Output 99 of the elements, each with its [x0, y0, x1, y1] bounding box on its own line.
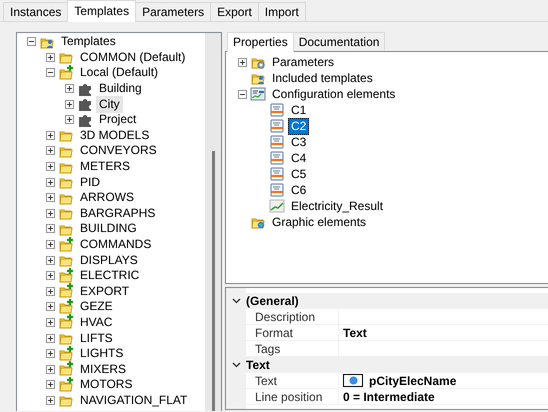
- tree-item[interactable]: C6: [288, 182, 310, 198]
- tab[interactable]: Documentation: [292, 32, 386, 50]
- folder-plus-icon: [58, 361, 74, 378]
- tree-item[interactable]: Parameters: [269, 54, 338, 70]
- tree-item[interactable]: DISPLAYS: [77, 252, 141, 269]
- property-value[interactable]: Text: [339, 325, 367, 340]
- expand-icon[interactable]: [46, 52, 55, 62]
- tab[interactable]: Properties: [227, 32, 294, 52]
- chevron-down-icon[interactable]: [232, 362, 240, 368]
- expand-icon[interactable]: [46, 146, 55, 156]
- chevron-down-icon[interactable]: [232, 298, 240, 304]
- tree-item[interactable]: C4: [288, 150, 310, 166]
- expand-icon[interactable]: [46, 162, 55, 172]
- folder-plus-icon: [58, 268, 74, 284]
- tab[interactable]: Instances: [3, 2, 68, 21]
- expand-icon[interactable]: [46, 349, 55, 358]
- tab[interactable]: Import: [258, 2, 306, 21]
- scrollbar[interactable]: [205, 33, 221, 411]
- list-item-icon: [269, 118, 285, 134]
- tree-item[interactable]: COMMANDS: [77, 236, 154, 254]
- list-item-icon: [269, 182, 285, 198]
- folder-plus-icon: [58, 376, 74, 393]
- tree-item[interactable]: GEZE: [77, 298, 116, 316]
- property-label[interactable]: Text: [246, 373, 339, 388]
- expand-icon[interactable]: [46, 130, 55, 140]
- folder-plus-icon: [58, 64, 74, 81]
- tree-item[interactable]: C2: [288, 118, 310, 134]
- expand-icon[interactable]: [46, 193, 55, 202]
- property-label[interactable]: Description: [246, 309, 339, 324]
- property-label[interactable]: Line position: [246, 389, 339, 404]
- tree-item[interactable]: Project: [96, 111, 140, 128]
- folder-plus-icon: [58, 236, 74, 253]
- collapse-icon[interactable]: [46, 68, 55, 78]
- expand-icon[interactable]: [46, 271, 55, 280]
- category-label: (General): [246, 293, 299, 309]
- tree-item[interactable]: ARROWS: [77, 189, 137, 206]
- folder-plus-icon: [58, 298, 74, 315]
- expression-icon: [343, 374, 363, 387]
- expand-icon[interactable]: [65, 115, 74, 124]
- tree-item[interactable]: METERS: [77, 158, 134, 176]
- tree-item[interactable]: HVAC: [77, 314, 116, 331]
- tree-item[interactable]: CONVEYORS: [77, 142, 160, 160]
- property-label[interactable]: Tags: [246, 341, 339, 356]
- tree-item[interactable]: Building: [96, 80, 145, 98]
- tree-item[interactable]: City: [96, 96, 123, 113]
- tree-item[interactable]: C3: [288, 134, 310, 150]
- folder-plus-icon: [58, 283, 74, 300]
- puzzle-icon: [77, 96, 93, 112]
- expand-icon[interactable]: [46, 364, 55, 374]
- expand-icon[interactable]: [46, 334, 55, 343]
- expand-icon[interactable]: [65, 100, 74, 109]
- expand-icon[interactable]: [46, 224, 55, 234]
- tree-item[interactable]: BUILDING: [77, 220, 140, 238]
- tree-item[interactable]: Included templates: [269, 70, 376, 86]
- tree-item[interactable]: Local (Default): [77, 64, 162, 82]
- tree-item[interactable]: C5: [288, 166, 310, 182]
- tab[interactable]: Templates: [67, 0, 136, 22]
- folder-plus-icon: [58, 346, 74, 362]
- property-value[interactable]: 0 = Intermediate: [339, 389, 435, 404]
- configuration-icon: [250, 86, 266, 102]
- tree-item[interactable]: MOTORS: [77, 376, 136, 394]
- expand-icon[interactable]: [46, 302, 55, 312]
- tree-item[interactable]: C1: [288, 102, 310, 118]
- tree-item[interactable]: ELECTRIC: [77, 267, 142, 284]
- property-value[interactable]: pCityElecName: [339, 373, 456, 388]
- tree-item[interactable]: PID: [77, 174, 104, 191]
- expand-icon[interactable]: [46, 256, 55, 265]
- expand-icon[interactable]: [46, 286, 55, 296]
- property-label[interactable]: Format: [246, 325, 339, 340]
- tree-item[interactable]: LIFTS: [77, 330, 116, 347]
- expand-icon[interactable]: [46, 396, 55, 405]
- list-item-icon: [269, 102, 285, 118]
- expand-icon[interactable]: [238, 58, 247, 66]
- tree-item[interactable]: BARGRAPHS: [77, 204, 158, 222]
- tree-item[interactable]: NAVIGATION_FLAT: [77, 392, 190, 409]
- tree-item[interactable]: LIGHTS: [77, 345, 126, 362]
- list-item-icon: [269, 166, 285, 182]
- expand-icon[interactable]: [46, 240, 55, 250]
- tree-item[interactable]: COMMON (Default): [77, 48, 188, 66]
- tree-item[interactable]: EXPORT: [77, 282, 132, 300]
- folder-plus-icon: [58, 314, 74, 330]
- collapse-icon[interactable]: [27, 37, 36, 46]
- expand-icon[interactable]: [46, 178, 55, 187]
- tree-item[interactable]: Electricity_Result: [288, 198, 386, 214]
- tab[interactable]: Export: [210, 2, 259, 21]
- tree-item[interactable]: Graphic elements: [269, 214, 370, 230]
- expand-icon[interactable]: [65, 84, 74, 94]
- collapse-icon[interactable]: [238, 90, 247, 98]
- category-label: Text: [246, 357, 270, 373]
- tree-item[interactable]: MIXERS: [77, 360, 130, 378]
- list-item-icon: [269, 150, 285, 166]
- tree-item[interactable]: Configuration elements: [269, 86, 398, 102]
- list-item-icon: [269, 134, 285, 150]
- expand-icon[interactable]: [46, 318, 55, 327]
- tree-item[interactable]: Templates: [58, 33, 119, 50]
- expand-icon[interactable]: [46, 208, 55, 218]
- tree-item[interactable]: 3D MODELS: [77, 126, 152, 144]
- trend-chart-icon: [269, 198, 285, 214]
- expand-icon[interactable]: [46, 380, 55, 390]
